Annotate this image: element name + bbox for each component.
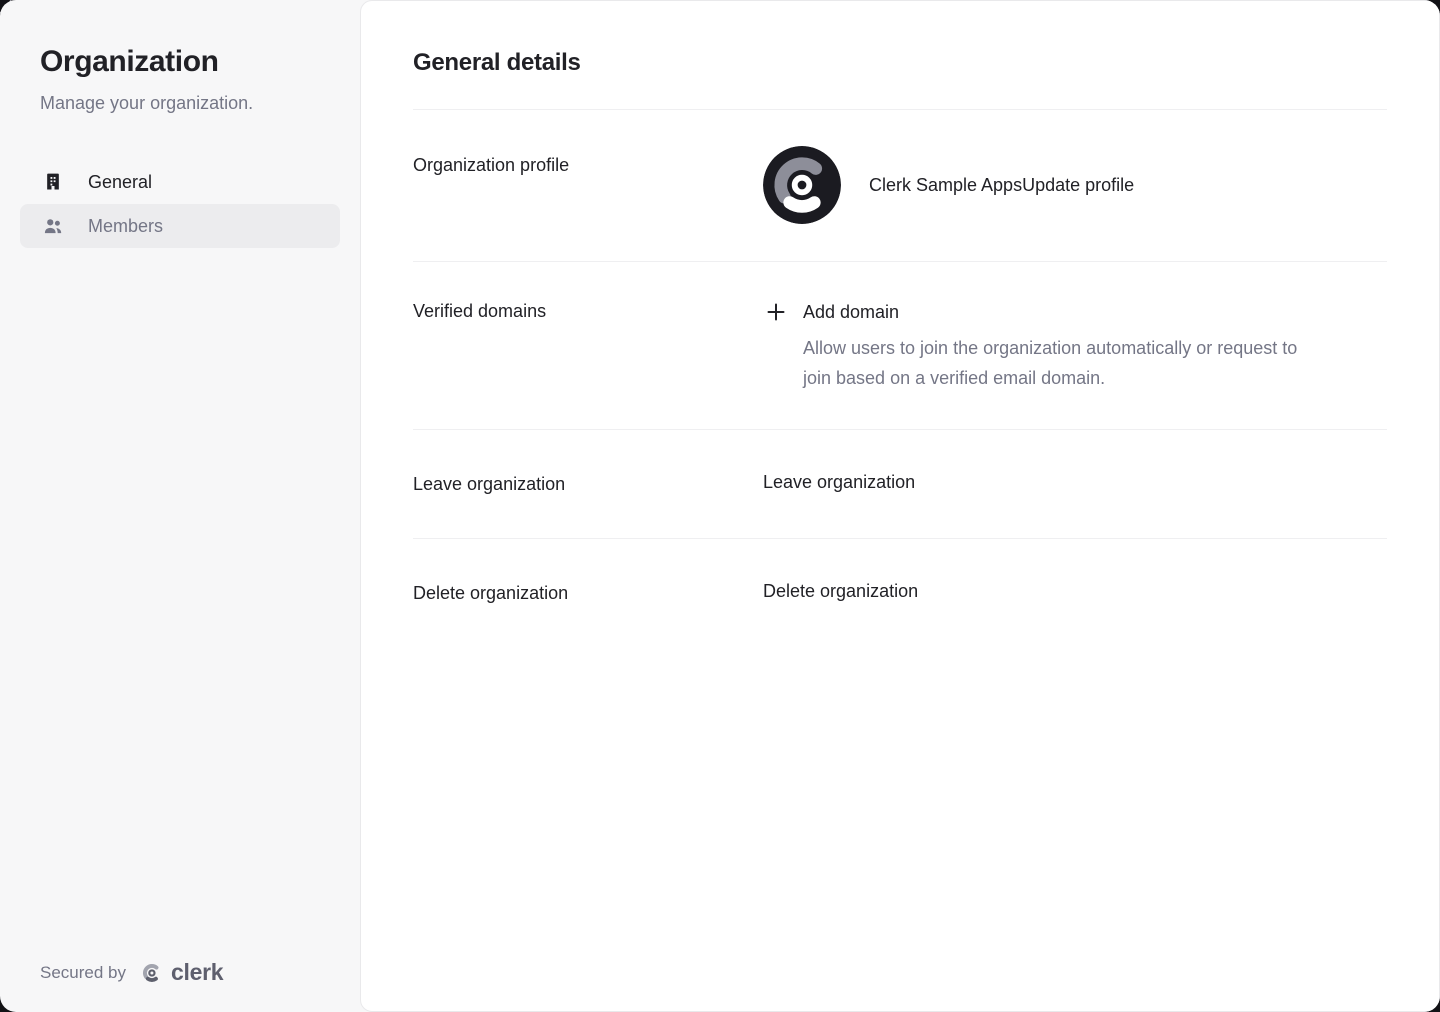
organization-profile-row: Organization profile Clerk Sample Apps U… [413,109,1387,261]
leave-organization-button[interactable]: Leave organization [763,472,915,493]
row-label: Delete organization [413,581,763,605]
secured-by-text: Secured by [40,963,126,983]
add-domain-button[interactable]: Add domain [763,299,899,325]
general-details-panel: General details Organization profile Cle… [360,0,1440,1012]
organization-name: Clerk Sample Apps [869,175,1022,196]
row-label: Organization profile [413,153,763,224]
sidebar-item-label: Members [88,216,163,237]
delete-organization-button[interactable]: Delete organization [763,581,918,602]
building-icon [42,171,64,193]
row-label: Leave organization [413,472,763,496]
verified-domains-row: Verified domains Add domain Allow users … [413,261,1387,429]
leave-organization-row: Leave organization Leave organization [413,429,1387,538]
sidebar-item-general[interactable]: General [20,160,340,204]
sidebar-nav: General Members [20,160,340,248]
verified-domains-content: Add domain Allow users to join the organ… [763,299,1387,393]
organization-profile-card: Organization Manage your organization. G… [0,0,1440,1012]
sidebar-item-label: General [88,172,152,193]
add-domain-description: Allow users to join the organization aut… [803,333,1308,393]
plus-icon [763,299,789,325]
secured-by-footer: Secured by clerk [40,959,223,986]
add-domain-label: Add domain [803,302,899,323]
clerk-logomark-icon [140,960,166,986]
sidebar: Organization Manage your organization. G… [0,0,360,1012]
leave-organization-content: Leave organization [763,472,1387,496]
members-icon [42,215,64,237]
page-background: Organization Manage your organization. G… [0,0,1440,1012]
sidebar-item-members[interactable]: Members [20,204,340,248]
row-label: Verified domains [413,299,763,393]
sidebar-subtitle: Manage your organization. [40,90,320,116]
organization-avatar [763,146,841,224]
sidebar-title: Organization [40,44,320,80]
clerk-wordmark: clerk [171,959,223,986]
organization-profile-content: Clerk Sample Apps Update profile [763,146,1387,224]
delete-organization-row: Delete organization Delete organization [413,538,1387,665]
page-title: General details [413,1,1387,109]
clerk-logo[interactable]: clerk [140,959,223,986]
update-profile-button[interactable]: Update profile [1022,175,1154,196]
delete-organization-content: Delete organization [763,581,1387,605]
